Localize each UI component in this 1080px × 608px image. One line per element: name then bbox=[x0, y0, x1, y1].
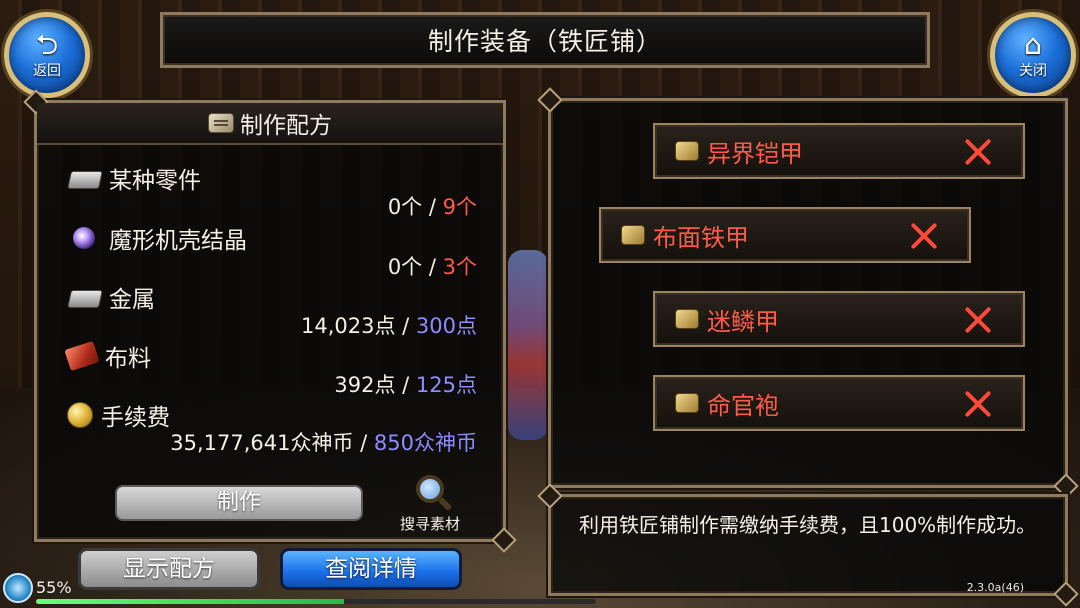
material-have: 0个 bbox=[387, 255, 423, 279]
progress-bar-fill bbox=[36, 599, 344, 604]
equipment-name: 异界铠甲 bbox=[707, 139, 803, 168]
show-recipe-button[interactable]: 显示配方 bbox=[78, 548, 260, 590]
material-name: 魔形机壳结晶 bbox=[109, 228, 247, 254]
count-separator: / bbox=[422, 255, 443, 279]
loading-ring-icon bbox=[3, 573, 33, 603]
material-row: 金属 14,023点 / 300点 bbox=[67, 282, 477, 338]
count-separator: / bbox=[395, 314, 416, 338]
material-need: 3个 bbox=[442, 255, 477, 279]
back-button-label: 返回 bbox=[33, 63, 61, 79]
equipment-name: 迷鳞甲 bbox=[707, 307, 779, 336]
material-row: 某种零件 0个 / 9个 bbox=[67, 163, 477, 219]
view-details-button[interactable]: 查阅详情 bbox=[280, 548, 462, 590]
material-need: 300点 bbox=[415, 314, 477, 338]
player-character bbox=[508, 250, 548, 440]
close-icon[interactable] bbox=[963, 137, 993, 167]
recipe-header: 制作配方 bbox=[37, 103, 503, 145]
cloth-icon bbox=[64, 340, 100, 372]
version-label: 2.3.0a(46) bbox=[966, 581, 1024, 594]
description-text: 利用铁匠铺制作需缴纳手续费，且100%制作成功。 bbox=[579, 513, 1037, 537]
ingot-icon bbox=[67, 167, 101, 189]
page-title: 制作装备（铁匠铺） bbox=[427, 27, 662, 56]
equipment-item[interactable]: 命官袍 bbox=[653, 375, 1025, 431]
search-materials-button[interactable]: 搜寻素材 bbox=[385, 475, 475, 539]
close-button-label: 关闭 bbox=[1019, 63, 1047, 79]
material-name: 手续费 bbox=[101, 405, 170, 431]
home-icon: ⌂ bbox=[1024, 28, 1042, 61]
equipment-item[interactable]: 布面铁甲 bbox=[599, 207, 971, 263]
count-separator: / bbox=[353, 431, 374, 455]
close-icon[interactable] bbox=[909, 221, 939, 251]
coin-icon bbox=[67, 402, 93, 428]
material-have: 14,023点 bbox=[300, 314, 396, 338]
armor-icon bbox=[675, 393, 699, 413]
search-materials-label: 搜寻素材 bbox=[399, 515, 460, 533]
progress-bar bbox=[36, 599, 596, 604]
ingot-icon bbox=[67, 286, 101, 308]
progress-percent: 55% bbox=[36, 578, 72, 597]
recipe-scroll-icon bbox=[208, 113, 234, 133]
material-row: 布料 392点 / 125点 bbox=[64, 340, 477, 397]
material-need: 125点 bbox=[415, 373, 477, 397]
close-button[interactable]: ⌂ 关闭 bbox=[990, 12, 1076, 98]
material-count: 0个 / 9个 bbox=[388, 191, 477, 221]
material-need: 850众神币 bbox=[373, 431, 477, 455]
armor-icon bbox=[675, 309, 699, 329]
make-button[interactable]: 制作 bbox=[115, 485, 363, 521]
equipment-list-panel: 异界铠甲 布面铁甲 迷鳞甲 命官袍 bbox=[548, 98, 1068, 488]
back-arrow-icon: ⮌ bbox=[35, 28, 59, 61]
material-count: 14,023点 / 300点 bbox=[301, 310, 477, 340]
material-have: 392点 bbox=[334, 373, 396, 397]
magnifier-icon bbox=[416, 475, 444, 503]
material-count: 35,177,641众神币 / 850众神币 bbox=[170, 427, 477, 457]
material-row: 魔形机壳结晶 0个 / 3个 bbox=[67, 223, 477, 279]
crystal-icon bbox=[73, 227, 95, 249]
recipe-panel: 制作配方 某种零件 0个 / 9个 魔形机壳结晶 0个 / 3个 金属 14,0… bbox=[34, 100, 506, 542]
close-icon[interactable] bbox=[963, 305, 993, 335]
recipe-header-label: 制作配方 bbox=[240, 113, 332, 139]
count-separator: / bbox=[422, 195, 443, 219]
material-name: 金属 bbox=[109, 287, 155, 313]
material-count: 0个 / 3个 bbox=[388, 251, 477, 281]
material-count: 392点 / 125点 bbox=[334, 369, 477, 399]
material-name: 某种零件 bbox=[109, 168, 201, 194]
material-row: 手续费 35,177,641众神币 / 850众神币 bbox=[67, 400, 477, 455]
material-name: 布料 bbox=[105, 346, 151, 372]
count-separator: / bbox=[395, 373, 416, 397]
material-have: 0个 bbox=[387, 195, 423, 219]
title-bar: 制作装备（铁匠铺） bbox=[160, 12, 930, 68]
equipment-item[interactable]: 迷鳞甲 bbox=[653, 291, 1025, 347]
back-button[interactable]: ⮌ 返回 bbox=[4, 12, 90, 98]
material-need: 9个 bbox=[442, 195, 477, 219]
equipment-item[interactable]: 异界铠甲 bbox=[653, 123, 1025, 179]
material-have: 35,177,641众神币 bbox=[170, 431, 354, 455]
armor-icon bbox=[621, 225, 645, 245]
equipment-name: 命官袍 bbox=[707, 391, 779, 420]
close-icon[interactable] bbox=[963, 389, 993, 419]
equipment-name: 布面铁甲 bbox=[653, 223, 749, 252]
armor-icon bbox=[675, 141, 699, 161]
